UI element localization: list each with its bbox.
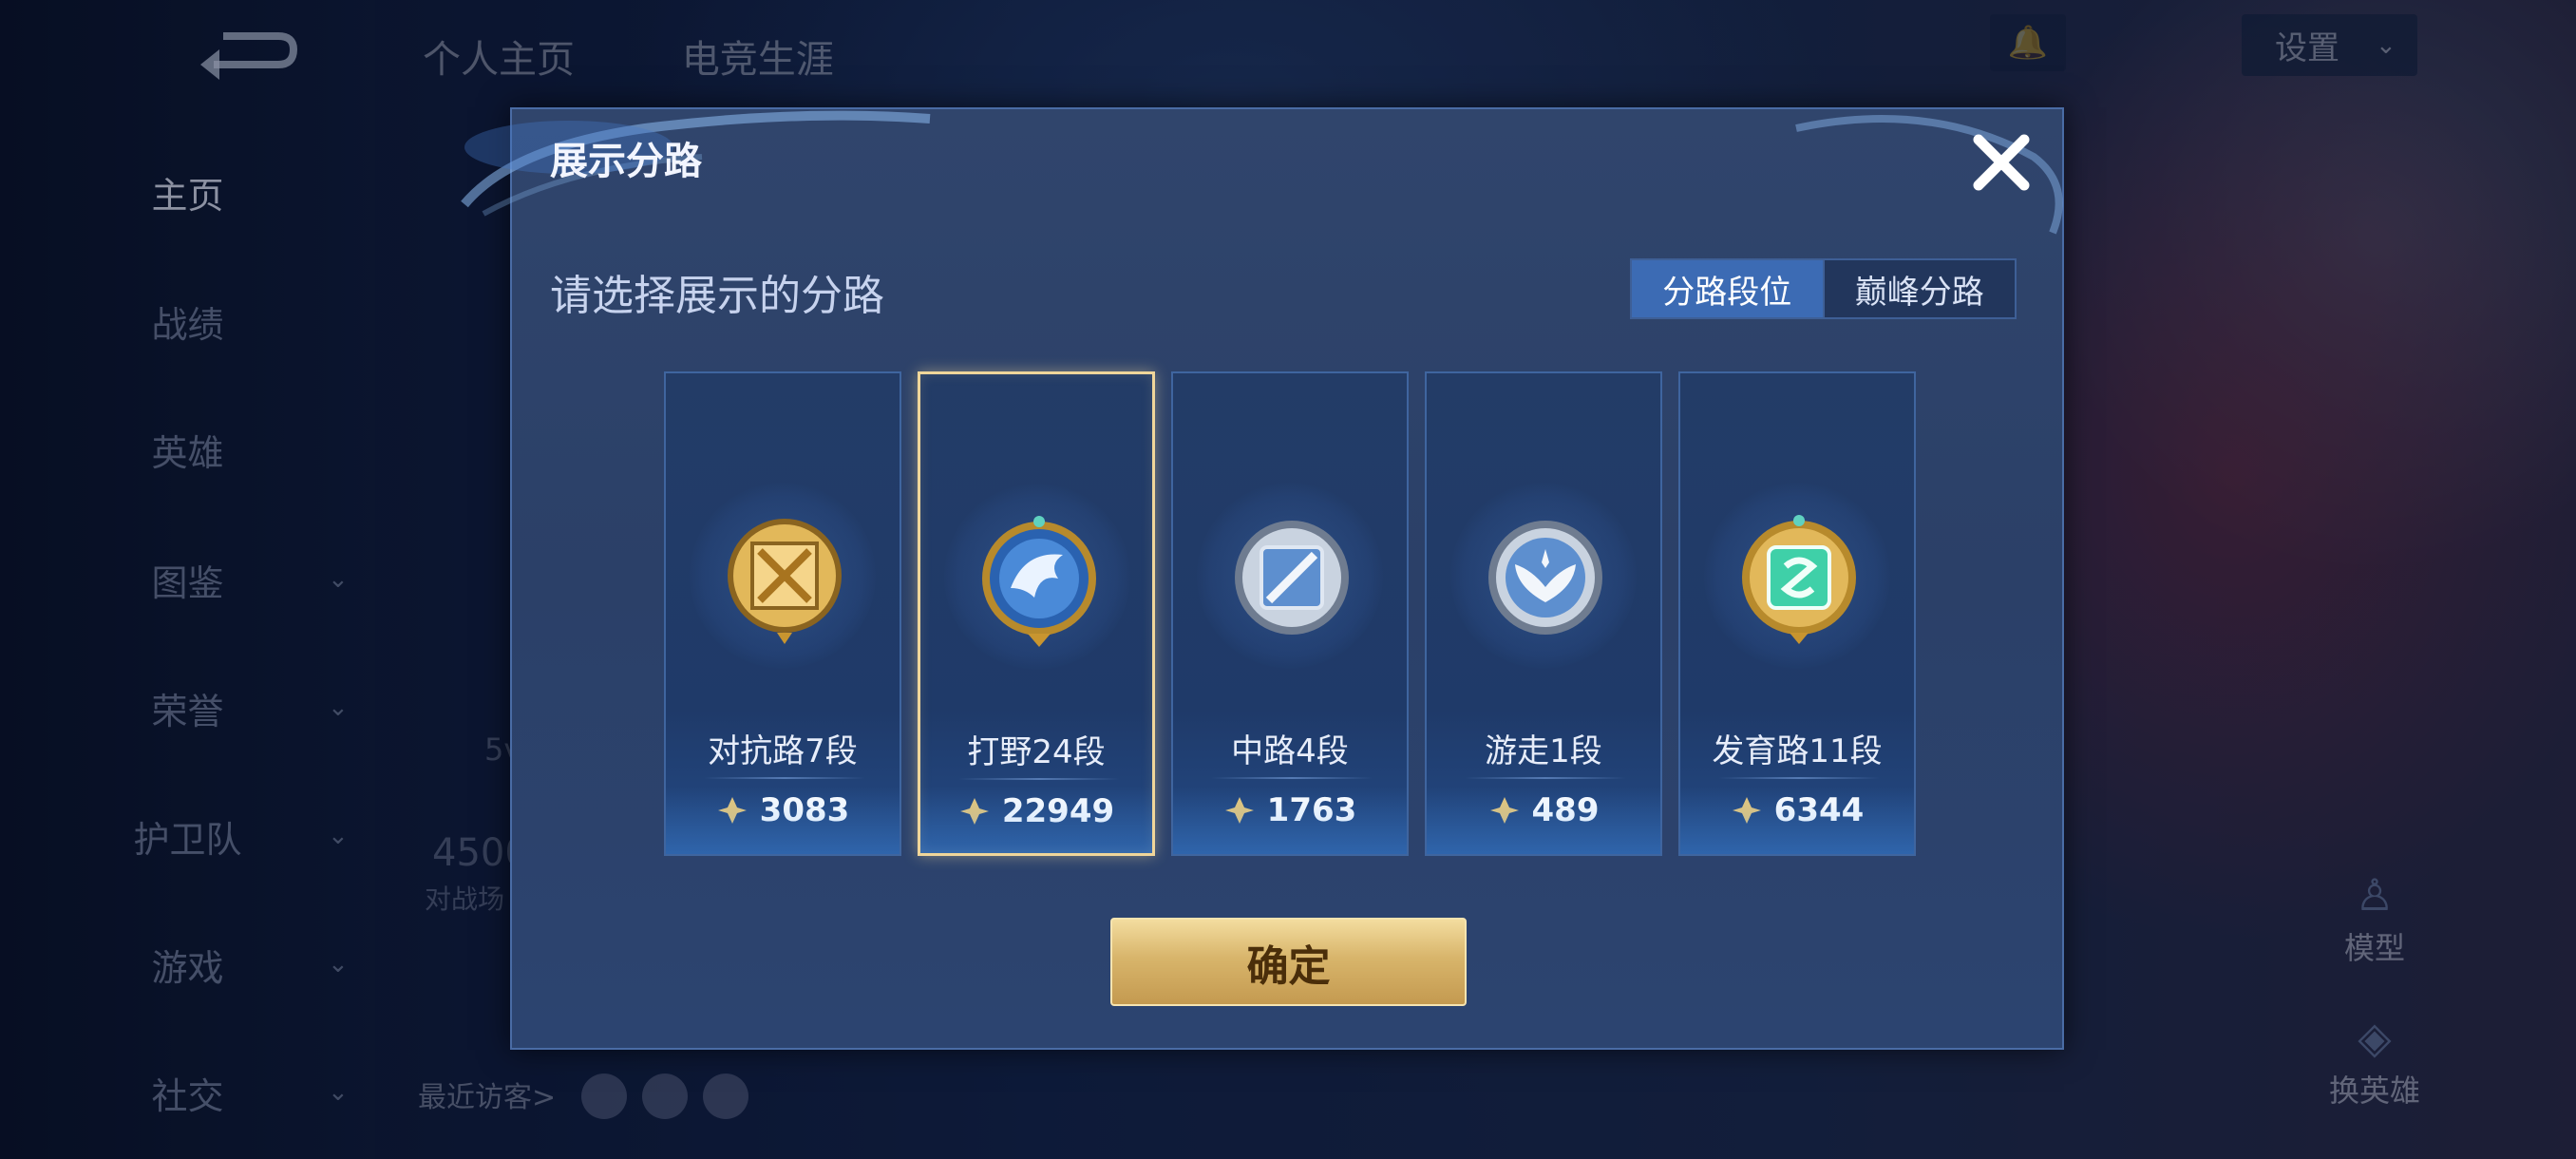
card-glow <box>1427 788 1660 854</box>
divider <box>1211 777 1373 779</box>
gold-sword-emblem-icon <box>728 519 842 644</box>
card-glow <box>1680 788 1914 854</box>
card-glow <box>666 788 900 854</box>
silver-staff-emblem-icon <box>1235 521 1349 635</box>
lane-rank: 中路4段 <box>1231 732 1349 770</box>
lane-display-dialog: 展示分路 请选择展示的分路 分路段位 巅峰分路 对抗路7段 3083 <box>461 107 2064 1050</box>
lane-card-top[interactable]: 对抗路7段 3083 <box>664 371 901 856</box>
lane-rank: 发育路11段 <box>1712 732 1883 770</box>
lane-cards: 对抗路7段 3083 打野24段 22949 <box>664 371 1918 858</box>
divider <box>958 778 1120 780</box>
lane-card-mid[interactable]: 中路4段 1763 <box>1171 371 1409 856</box>
divider <box>1718 777 1880 779</box>
segment-control: 分路段位 巅峰分路 <box>1630 258 2017 319</box>
lane-rank: 对抗路7段 <box>708 732 858 770</box>
blue-dragon-emblem-icon <box>982 516 1096 647</box>
dialog-subtitle: 请选择展示的分路 <box>550 272 884 320</box>
confirm-button[interactable]: 确定 <box>1110 918 1467 1006</box>
silver-wings-emblem-icon <box>1488 521 1602 635</box>
lane-rank: 游走1段 <box>1485 732 1602 770</box>
tab-peak-lane[interactable]: 巅峰分路 <box>1825 260 2016 317</box>
lane-card-jungle[interactable]: 打野24段 22949 <box>918 371 1155 856</box>
close-button[interactable] <box>1963 124 2039 200</box>
dialog-title: 展示分路 <box>550 140 702 183</box>
card-glow <box>1173 788 1407 854</box>
lane-card-roam[interactable]: 游走1段 489 <box>1425 371 1662 856</box>
lane-rank: 打野24段 <box>967 733 1106 771</box>
divider <box>1465 777 1626 779</box>
jade-bow-emblem-icon <box>1742 515 1856 644</box>
decorative-swirl <box>461 110 931 217</box>
card-glow <box>920 787 1152 853</box>
divider <box>704 777 865 779</box>
tab-lane-rank[interactable]: 分路段位 <box>1632 260 1823 317</box>
close-icon <box>1973 134 2030 191</box>
lane-card-farm[interactable]: 发育路11段 6344 <box>1678 371 1916 856</box>
